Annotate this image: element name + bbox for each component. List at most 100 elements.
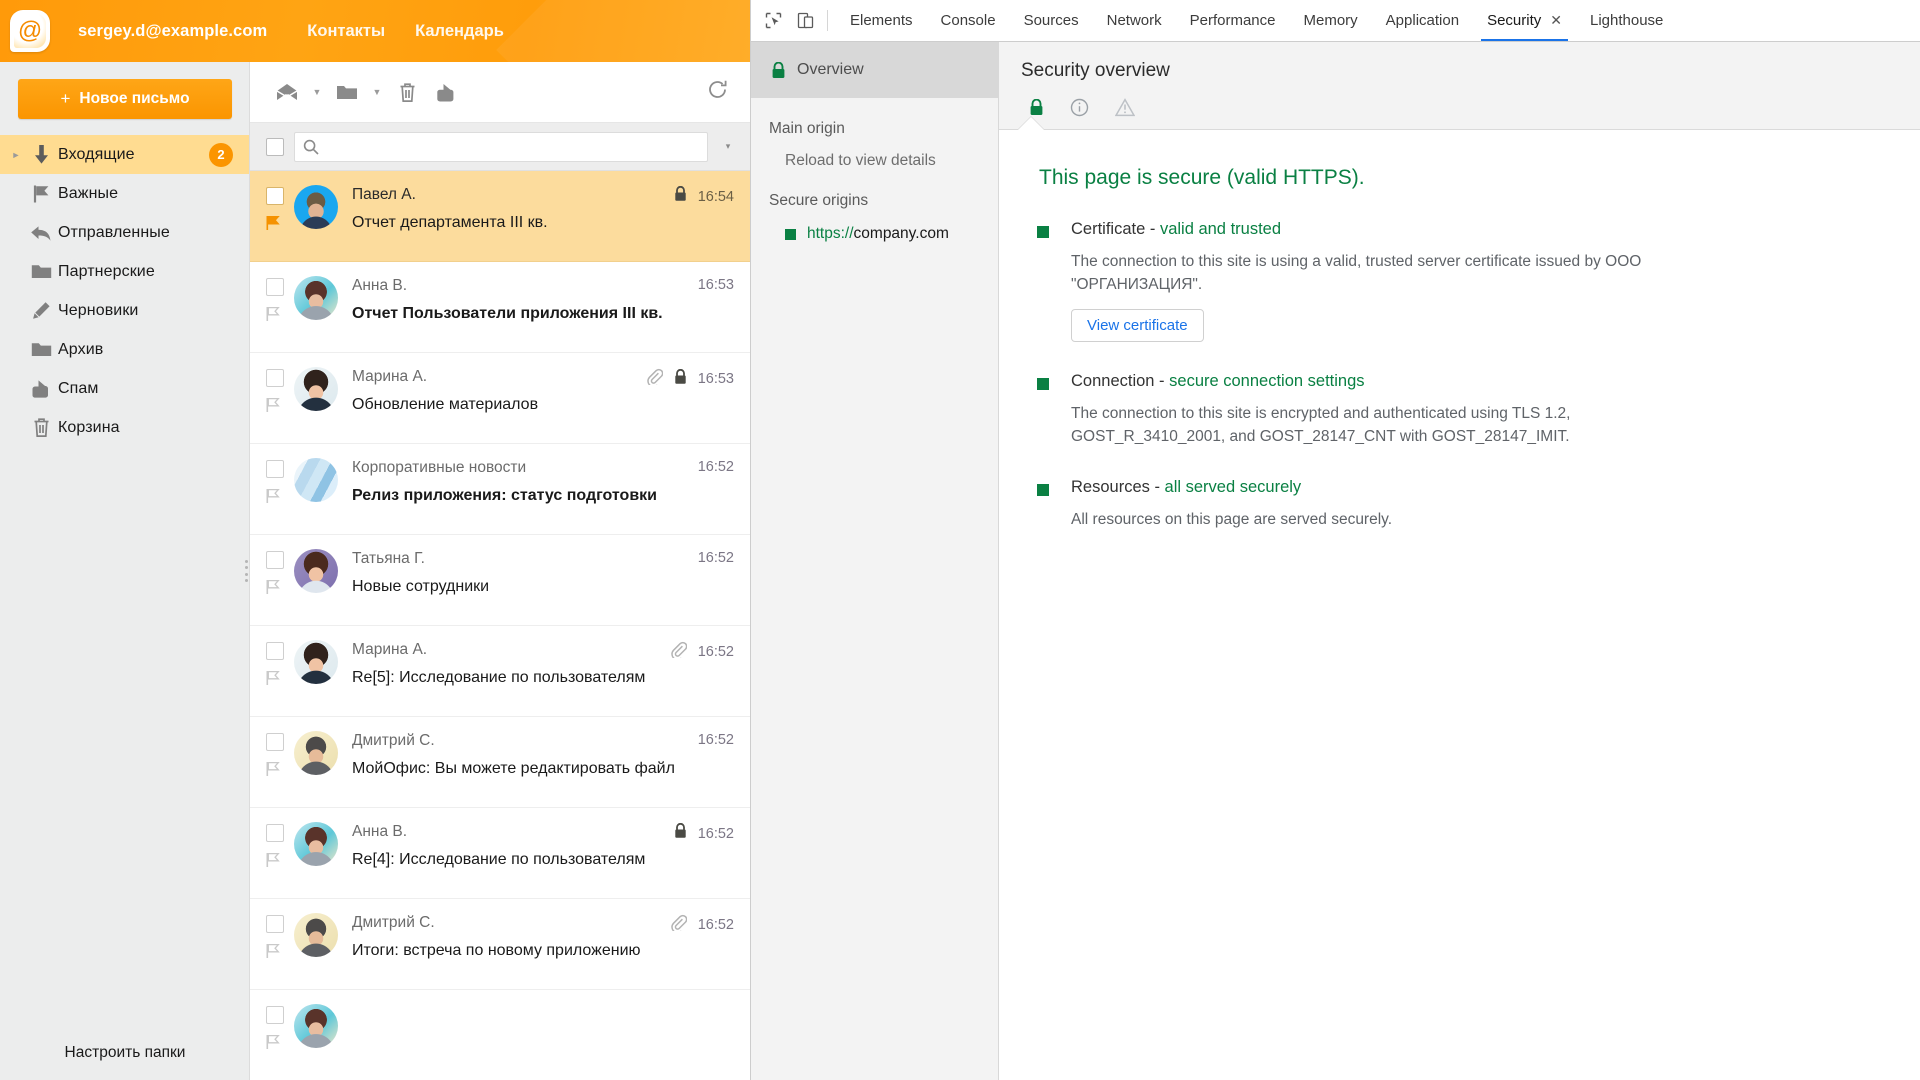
mark-read-button[interactable] <box>268 72 306 112</box>
info-circle-icon[interactable] <box>1070 98 1089 117</box>
message-checkbox[interactable] <box>266 1006 284 1024</box>
avatar <box>294 458 338 502</box>
tab-lighthouse[interactable]: Lighthouse <box>1576 0 1677 41</box>
origin-item[interactable]: https://company.com <box>751 210 998 243</box>
message-checkbox[interactable] <box>266 733 284 751</box>
folder-item-3[interactable]: Партнерские <box>0 252 249 291</box>
message-row[interactable]: Анна В. Отчет Пользователи приложения III… <box>250 262 750 353</box>
message-row[interactable]: Анна В. Re[4]: Исследование по пользовате… <box>250 808 750 899</box>
app-logo[interactable]: @ <box>0 0 60 62</box>
row-main <box>352 1004 736 1015</box>
select-all-checkbox[interactable] <box>266 137 284 156</box>
pencil-icon <box>24 301 58 321</box>
message-time: 16:52 <box>697 459 734 475</box>
tab-sources[interactable]: Sources <box>1010 0 1093 41</box>
view-certificate-button[interactable]: View certificate <box>1071 308 1204 342</box>
secure-square-icon <box>1037 484 1049 496</box>
lock-icon[interactable] <box>1029 99 1044 116</box>
flag-icon[interactable] <box>266 670 280 685</box>
device-toolbar-icon[interactable] <box>789 0 821 41</box>
flag-icon[interactable] <box>266 579 280 594</box>
cursor-inspect-icon[interactable] <box>757 0 789 41</box>
nav-calendar[interactable]: Календарь <box>415 22 504 41</box>
message-subject: Отчет департамента III кв. <box>352 214 548 231</box>
flag-icon[interactable] <box>266 215 280 230</box>
tab-security[interactable]: Security ✕ <box>1473 0 1576 41</box>
message-checkbox[interactable] <box>266 460 284 478</box>
mark-read-caret[interactable]: ▼ <box>308 72 326 112</box>
search-filter-caret[interactable]: ▾ <box>718 141 738 152</box>
flag-icon[interactable] <box>266 852 280 867</box>
attachment-icon <box>646 368 664 388</box>
row-meta: 16:52 <box>670 641 734 663</box>
tab-performance[interactable]: Performance <box>1176 0 1290 41</box>
devtools-body: Overview Main origin Reload to view deta… <box>751 42 1920 1080</box>
message-checkbox[interactable] <box>266 551 284 569</box>
nav-contacts[interactable]: Контакты <box>307 22 385 41</box>
message-checkbox[interactable] <box>266 824 284 842</box>
message-row[interactable]: Марина А. Обновление материалов 16:53 <box>250 353 750 444</box>
lock-icon <box>674 822 687 844</box>
folder-item-0[interactable]: ► Входящие 2 <box>0 135 249 174</box>
pane-resize-grip[interactable] <box>245 560 250 582</box>
flag-icon[interactable] <box>266 397 280 412</box>
folder-twisty-icon[interactable]: ► <box>8 150 24 160</box>
message-row[interactable]: Татьяна Г. Новые сотрудники 16:52 <box>250 535 750 626</box>
tab-elements[interactable]: Elements <box>836 0 927 41</box>
message-toolbar: ▼ ▼ <box>250 62 750 123</box>
flag-icon[interactable] <box>266 943 280 958</box>
search-row: ▾ <box>250 123 750 171</box>
compose-button[interactable]: + Новое письмо <box>18 79 232 119</box>
header-pointer <box>1018 117 1044 130</box>
section-title: Resources - all served securely <box>1071 478 1302 496</box>
section-body: Connection - secure connection settings T… <box>1071 372 1671 449</box>
folder-item-1[interactable]: Важные <box>0 174 249 213</box>
flag-icon[interactable] <box>266 488 280 503</box>
folder-item-7[interactable]: Корзина <box>0 408 249 447</box>
tab-memory[interactable]: Memory <box>1290 0 1372 41</box>
folder-label: Архив <box>58 340 104 358</box>
tab-network[interactable]: Network <box>1093 0 1176 41</box>
message-subject: Re[4]: Исследование по пользователям <box>352 851 646 868</box>
row-meta: 16:52 <box>670 914 734 936</box>
folder-item-5[interactable]: Архив <box>0 330 249 369</box>
close-icon[interactable]: ✕ <box>1550 12 1562 29</box>
message-row[interactable]: Корпоративные новости Релиз приложения: с… <box>250 444 750 535</box>
message-subject: МойОфис: Вы можете редактировать файл <box>352 760 675 777</box>
tab-label: Sources <box>1023 12 1079 29</box>
message-row[interactable]: Марина А. Re[5]: Исследование по пользова… <box>250 626 750 717</box>
tab-console[interactable]: Console <box>927 0 1010 41</box>
message-row[interactable]: Дмитрий С. Итоги: встреча по новому прило… <box>250 899 750 990</box>
flag-icon[interactable] <box>266 1034 280 1049</box>
section-description: The connection to this site is using a v… <box>1071 253 1642 294</box>
warning-triangle-icon[interactable] <box>1115 98 1135 117</box>
move-to-folder-caret[interactable]: ▼ <box>368 72 386 112</box>
search-box[interactable] <box>294 131 708 162</box>
spam-button[interactable] <box>428 72 466 112</box>
message-checkbox[interactable] <box>266 915 284 933</box>
message-row[interactable] <box>250 990 750 1080</box>
flag-icon[interactable] <box>266 761 280 776</box>
sidebar-item-overview[interactable]: Overview <box>751 42 998 98</box>
message-row[interactable]: Дмитрий С. МойОфис: Вы можете редактирова… <box>250 717 750 808</box>
message-row[interactable]: Павел А. Отчет департамента III кв. 16:54 <box>250 171 750 262</box>
toolbar-divider <box>827 10 828 31</box>
message-checkbox[interactable] <box>266 642 284 660</box>
folder-item-6[interactable]: Спам <box>0 369 249 408</box>
search-input[interactable] <box>326 138 699 155</box>
configure-folders-link[interactable]: Настроить папки <box>0 1044 250 1062</box>
tab-application[interactable]: Application <box>1372 0 1473 41</box>
flag-icon[interactable] <box>266 306 280 321</box>
account-email[interactable]: sergey.d@example.com <box>78 22 267 41</box>
message-checkbox[interactable] <box>266 187 284 205</box>
main-origin-item[interactable]: Reload to view details <box>751 138 998 170</box>
folder-item-4[interactable]: Черновики <box>0 291 249 330</box>
move-to-folder-button[interactable] <box>328 72 366 112</box>
refresh-button[interactable] <box>707 79 728 105</box>
delete-button[interactable] <box>388 72 426 112</box>
folder-item-2[interactable]: Отправленные <box>0 213 249 252</box>
message-checkbox[interactable] <box>266 278 284 296</box>
section-body: Certificate - valid and trusted The conne… <box>1071 220 1671 342</box>
message-checkbox[interactable] <box>266 369 284 387</box>
folder-label: Корзина <box>58 418 120 436</box>
